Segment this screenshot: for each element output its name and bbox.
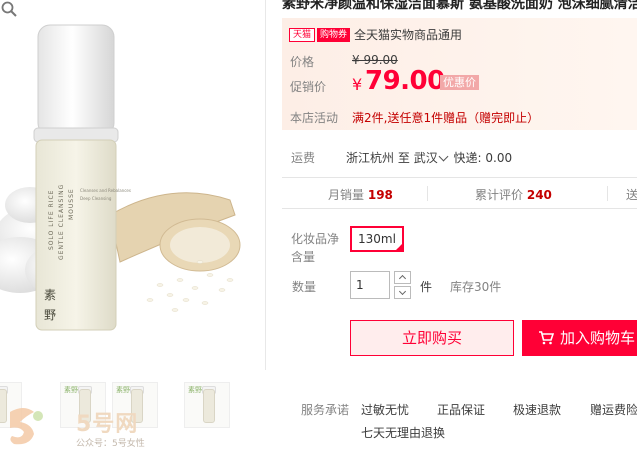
shipping-destination-selector[interactable]: 武汉 — [414, 151, 450, 165]
quantity-input[interactable] — [350, 271, 390, 299]
thumb-brand: 素野 — [116, 386, 130, 394]
product-title-text: 素野米净颜温和保湿洁面慕斯 氨基酸洗面奶 泡沫细腻清洁毛孔 — [282, 0, 637, 10]
check-icon: ✓ — [396, 243, 402, 250]
thumb-brand: 素野 — [188, 386, 202, 394]
service-label: 服务承诺 — [301, 403, 350, 417]
price-label: 价格 — [290, 55, 315, 69]
shipping-to: 至 — [397, 151, 410, 165]
bottle-text-3: MOUSSE — [68, 188, 75, 220]
thumb-brand: 素野 — [64, 386, 78, 394]
promo-price: 79.00 — [365, 66, 445, 96]
coupon-tag: 购物券 — [317, 27, 351, 42]
quantity-decrease-button[interactable] — [394, 286, 411, 299]
divider — [427, 186, 428, 201]
add-to-cart-label: 加入购物车 — [560, 329, 636, 347]
original-price: ¥ 99.00 — [352, 53, 398, 67]
service-item[interactable]: 过敏无忧 — [361, 401, 409, 418]
shipping-express: 快递: 0.00 — [453, 151, 513, 165]
watermark-logo-icon — [10, 408, 43, 445]
add-to-cart-button[interactable]: 加入购物车 — [522, 320, 637, 356]
shipping-value: 浙江杭州 至 武汉 快递: 0.00 — [346, 149, 512, 166]
spec-option-label: 130ml — [358, 232, 396, 246]
service-item[interactable]: 七天无理由退换 — [361, 424, 445, 441]
activity-text[interactable]: 满2件,送任意1件赠品（赠完即止） — [352, 109, 539, 126]
chevron-down-icon — [398, 287, 407, 296]
product-main-image[interactable]: SOLO LIFE RICE GENTLE CLEANSING MOUSSE C… — [0, 0, 266, 370]
activity-label: 本店活动 — [290, 111, 339, 125]
promo-badge: 优惠价 — [440, 75, 479, 90]
chevron-down-icon — [438, 151, 449, 162]
bottle-label: SOLO LIFE RICE GENTLE CLEANSING MOUSSE C… — [40, 150, 131, 270]
promo-currency: ¥ — [352, 75, 363, 94]
chevron-up-icon — [398, 274, 407, 283]
quantity-unit: 件 — [420, 280, 433, 294]
site-watermark: 5号网 公众号：5号女性 — [4, 402, 184, 452]
spec-option-130ml[interactable]: 130ml ✓ — [350, 226, 404, 252]
promo-price-label: 促销价 — [290, 80, 327, 94]
quantity-label: 数量 — [292, 280, 317, 294]
service-item[interactable]: 赠运费险 — [590, 401, 637, 418]
points-stat: 送 — [626, 188, 637, 202]
service-item[interactable]: 极速退款 — [513, 401, 561, 418]
service-item[interactable]: 正品保证 — [437, 401, 485, 418]
brand-char-1: 素 — [44, 288, 57, 302]
shipping-label: 运费 — [291, 151, 316, 165]
bottle-small-2: Deep Cleansing — [80, 196, 112, 201]
brand-char-2: 野 — [44, 308, 57, 322]
bottle-text-2: GENTLE CLEANSING — [58, 183, 65, 260]
divider — [607, 186, 608, 201]
reviews-count: 240 — [526, 188, 552, 202]
quantity-increase-button[interactable] — [394, 271, 411, 284]
thumbnail[interactable]: 素野 — [184, 382, 230, 428]
monthly-sales-count: 198 — [367, 188, 393, 202]
tmall-tag: 天猫 — [289, 27, 316, 42]
shipping-destination: 武汉 — [413, 151, 438, 165]
reviews-label: 累计评价 — [475, 188, 524, 202]
coupon-text: 全天猫实物商品通用 — [354, 27, 463, 42]
product-title: 素野米净颜温和保湿洁面慕斯 氨基酸洗面奶 泡沫细腻清洁毛孔 — [282, 0, 637, 10]
monthly-sales-label: 月销量 — [328, 188, 365, 202]
coupon-row[interactable]: 天猫 购物券 全天猫实物商品通用 — [289, 27, 462, 43]
shipping-origin: 浙江杭州 — [346, 151, 395, 165]
stock-count: 库存30件 — [450, 280, 502, 294]
cart-icon — [539, 331, 554, 345]
price-panel: 天猫 购物券 全天猫实物商品通用 价格 ¥ 99.00 促销价 ¥ 79.00 优惠… — [282, 18, 637, 130]
buy-now-button[interactable]: 立即购买 — [350, 320, 514, 356]
monthly-sales: 月销量 198 — [328, 186, 393, 203]
spec-label: 化妆品净含量 — [291, 232, 340, 264]
reviews[interactable]: 累计评价 240 — [475, 186, 552, 203]
bottle-text-1: SOLO LIFE RICE — [48, 189, 55, 250]
zoom-icon[interactable] — [0, 0, 18, 18]
bottle-small-1: Cleanses and Rebalances — [80, 188, 131, 193]
thumb-bottle — [203, 389, 215, 423]
watermark-text: 5号网 — [76, 412, 139, 437]
sales-stats: 月销量 198 累计评价 240 送 — [282, 177, 637, 209]
watermark-subtext: 公众号：5号女性 — [76, 439, 145, 449]
shipping-row: 运费 浙江杭州 至 武汉 快递: 0.00 — [282, 141, 637, 171]
